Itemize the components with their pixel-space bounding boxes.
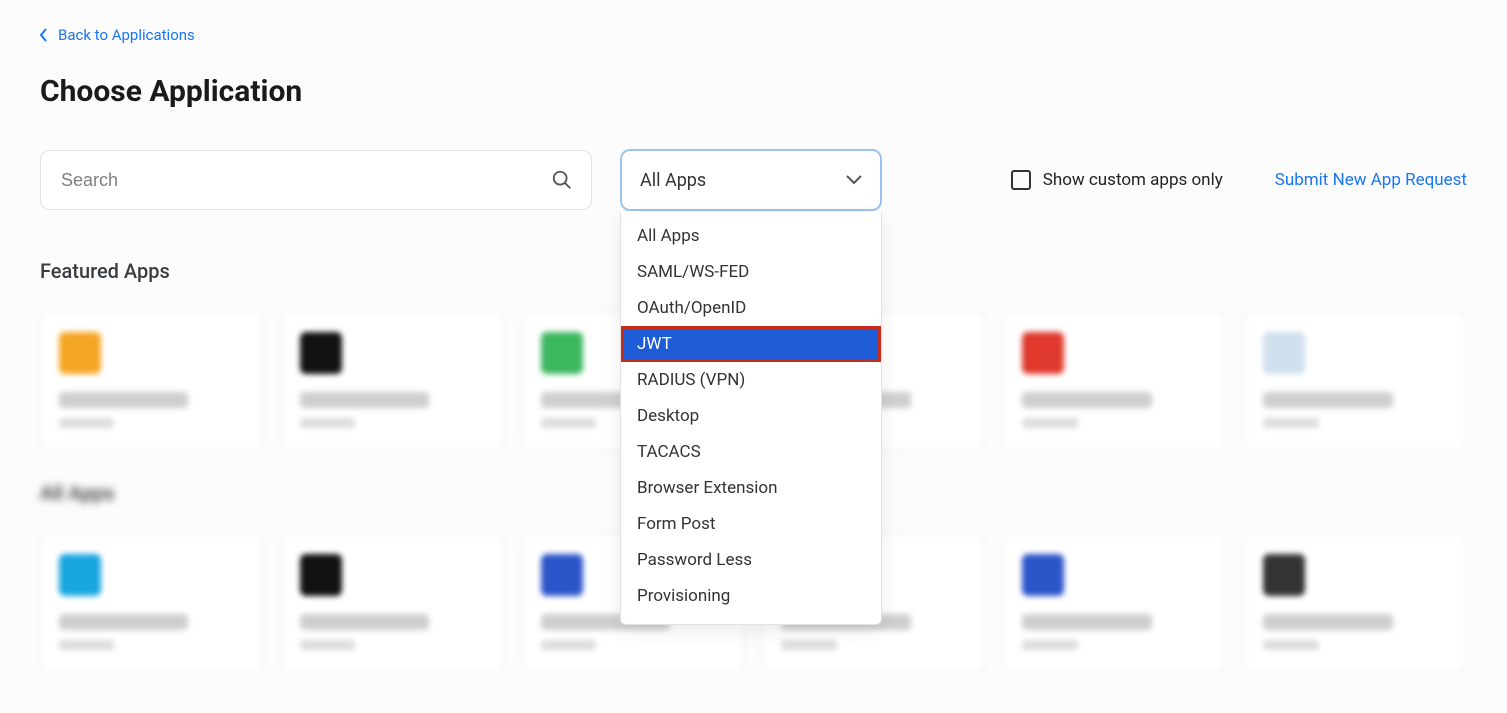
filter-option-form-post[interactable]: Form Post <box>621 506 881 542</box>
search-input[interactable] <box>59 169 551 192</box>
filter-selected-label: All Apps <box>640 170 706 191</box>
chevron-left-icon <box>40 28 48 42</box>
app-card[interactable] <box>1244 533 1467 673</box>
checkbox-icon <box>1011 170 1031 190</box>
filter-select[interactable]: All Apps <box>620 149 882 211</box>
chevron-down-icon <box>846 175 862 185</box>
page-title: Choose Application <box>40 74 1467 109</box>
filter-option-jwt[interactable]: JWT <box>621 326 881 362</box>
app-card[interactable] <box>281 533 504 673</box>
filter-option-provisioning[interactable]: Provisioning <box>621 578 881 614</box>
search-icon <box>551 169 573 191</box>
app-card[interactable] <box>40 533 263 673</box>
submit-new-app-request-link[interactable]: Submit New App Request <box>1275 170 1467 190</box>
filter-option-password-less[interactable]: Password Less <box>621 542 881 578</box>
back-to-applications-link[interactable]: Back to Applications <box>40 26 195 44</box>
filter-option-all-apps[interactable]: All Apps <box>621 218 881 254</box>
show-custom-label: Show custom apps only <box>1043 170 1223 190</box>
app-card[interactable] <box>1003 533 1226 673</box>
filter-dropdown: All AppsSAML/WS-FEDOAuth/OpenIDJWTRADIUS… <box>620 212 882 625</box>
app-card[interactable] <box>281 311 504 451</box>
back-label: Back to Applications <box>58 26 195 44</box>
filter-option-browser-extension[interactable]: Browser Extension <box>621 470 881 506</box>
filter-option-radius-vpn-[interactable]: RADIUS (VPN) <box>621 362 881 398</box>
show-custom-apps-toggle[interactable]: Show custom apps only <box>1011 170 1223 190</box>
app-card[interactable] <box>40 311 263 451</box>
filter-option-desktop[interactable]: Desktop <box>621 398 881 434</box>
filter-option-oauth-openid[interactable]: OAuth/OpenID <box>621 290 881 326</box>
app-card[interactable] <box>1003 311 1226 451</box>
filter-option-tacacs[interactable]: TACACS <box>621 434 881 470</box>
search-box[interactable] <box>40 150 592 210</box>
filter-option-saml-ws-fed[interactable]: SAML/WS-FED <box>621 254 881 290</box>
app-card[interactable] <box>1244 311 1467 451</box>
